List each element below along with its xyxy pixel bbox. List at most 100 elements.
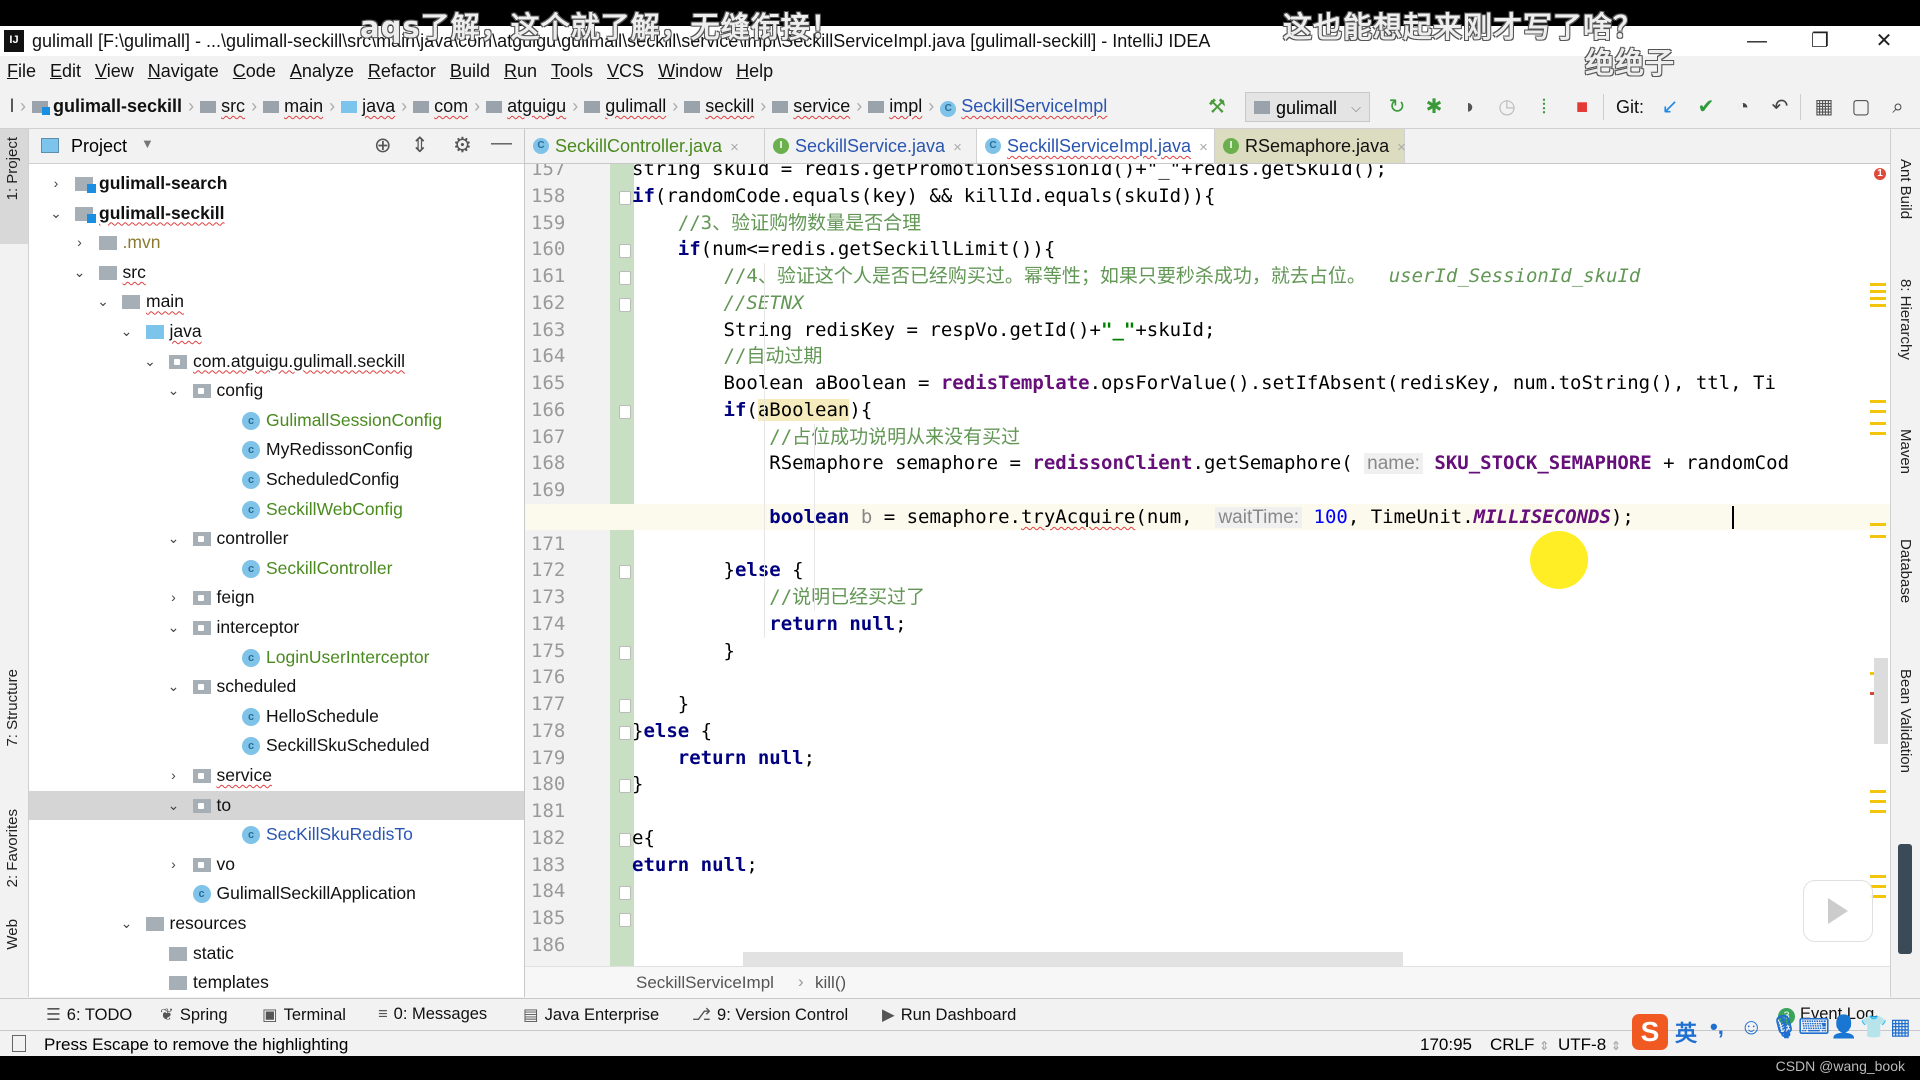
tree-item[interactable]: c LoginUserInterceptor [29, 643, 524, 673]
code-line[interactable]: //3、验证购物数量是否合理 [632, 210, 921, 236]
collapse-all-icon[interactable]: ⇕ [411, 133, 429, 158]
warning-marker[interactable] [1870, 422, 1886, 425]
sogou-ime-icon[interactable]: S [1632, 1014, 1668, 1050]
code-line[interactable]: //4、验证这个人是否已经购买过。幂等性；如果只要秒杀成功，就去占位。 user… [632, 263, 1641, 289]
warning-marker[interactable] [1870, 790, 1886, 793]
fold-marker-icon[interactable] [619, 404, 631, 419]
fold-marker-icon[interactable] [619, 645, 631, 660]
tree-item[interactable]: ⌄ interceptor [29, 613, 524, 643]
fold-marker-icon[interactable] [619, 699, 631, 713]
menu-file[interactable]: File [0, 56, 43, 82]
tool-window-todo[interactable]: ☰ 6: TODO [46, 1005, 132, 1025]
tool-window-bean-validation[interactable]: Bean Validation [1897, 669, 1914, 773]
tool-window-database[interactable]: Database [1897, 539, 1914, 603]
tree-item[interactable]: templates [29, 968, 524, 998]
code-line[interactable]: return null; [632, 611, 906, 637]
tree-item[interactable]: c ScheduledConfig [29, 465, 524, 495]
tree-item[interactable]: c SeckillSkuScheduled [29, 731, 524, 761]
tool-window-messages[interactable]: ≡ 0: Messages [378, 1005, 487, 1024]
chevron-down-icon[interactable]: ⌄ [167, 791, 181, 821]
code-line[interactable]: } [632, 771, 643, 797]
git-update-icon[interactable]: ↙ [1658, 95, 1682, 119]
warning-marker[interactable] [1870, 410, 1886, 413]
line-separator-select[interactable]: CRLF ⇕ [1490, 1035, 1549, 1055]
close-tab-icon[interactable]: × [953, 139, 962, 156]
minimize-button[interactable]: — [1727, 26, 1787, 56]
warning-marker[interactable] [1870, 800, 1886, 803]
chevron-down-icon[interactable]: ⌄ [167, 524, 181, 554]
git-history-clock-icon[interactable]: ◔ [1731, 95, 1755, 119]
editor-breadcrumb-class[interactable]: SeckillServiceImpl [636, 973, 774, 993]
fold-marker-icon[interactable] [619, 244, 631, 259]
tool-window-terminal[interactable]: ▣ Terminal [262, 1005, 346, 1025]
tree-item[interactable]: ⌄ main [29, 287, 524, 317]
tree-item[interactable]: c GulimallSeckillApplication [29, 879, 524, 909]
rerun-icon[interactable]: ↻ [1385, 95, 1409, 119]
hide-panel-icon[interactable]: — [491, 131, 512, 155]
debug-bug-icon[interactable]: ✱ [1422, 95, 1446, 119]
code-line[interactable]: if(num<=redis.getSeckillLimit()){ [632, 236, 1056, 262]
chevron-right-icon[interactable]: › [167, 761, 181, 791]
run-with-coverage-icon[interactable]: ◗ [1458, 95, 1482, 119]
tree-item[interactable]: ⌄ java [29, 317, 524, 347]
code-line[interactable]: }else { [632, 718, 712, 744]
warning-marker[interactable] [1870, 304, 1886, 307]
chevron-down-icon[interactable]: ⌄ [167, 613, 181, 643]
fold-marker-icon[interactable] [619, 271, 631, 285]
tree-item[interactable]: › feign [29, 583, 524, 613]
menu-window[interactable]: Window [651, 56, 729, 82]
ime-punctuation-icon[interactable]: •, [1710, 1014, 1724, 1040]
profile-icon[interactable]: ◷ [1495, 95, 1519, 119]
warning-marker[interactable] [1870, 290, 1886, 293]
menu-navigate[interactable]: Navigate [141, 56, 226, 82]
tree-item[interactable]: ⌄ controller [29, 524, 524, 554]
close-tab-icon[interactable]: × [730, 139, 739, 156]
tree-item[interactable]: c HelloSchedule [29, 702, 524, 732]
ime-keyboard-icon[interactable]: ⌨ [1798, 1014, 1830, 1040]
code-line[interactable]: //自动过期 [632, 343, 823, 369]
tool-window-favorites[interactable]: 2: Favorites [4, 809, 21, 887]
code-line[interactable]: boolean b = semaphore.tryAcquire(num, wa… [632, 504, 1634, 530]
chevron-down-icon[interactable]: ⌄ [167, 376, 181, 406]
tree-item[interactable]: ⌄ scheduled [29, 672, 524, 702]
tree-item[interactable]: c GulimallSessionConfig [29, 406, 524, 436]
code-line[interactable]: //占位成功说明从来没有买过 [632, 424, 1020, 450]
menu-run[interactable]: Run [497, 56, 544, 82]
menu-edit[interactable]: Edit [43, 56, 88, 82]
tree-item[interactable]: ⌄ config [29, 376, 524, 406]
tree-item[interactable]: ⌄ src [29, 258, 524, 288]
ime-voice-mic-icon[interactable]: 🎙 [1770, 1014, 1798, 1040]
chevron-down-icon[interactable]: ⌄ [49, 199, 63, 229]
code-line[interactable]: if(aBoolean){ [632, 397, 872, 423]
chevron-right-icon[interactable]: › [167, 583, 181, 613]
tab-rsemaphore[interactable]: I RSemaphore.java × [1215, 129, 1406, 163]
tool-window-run-dashboard[interactable]: ▶ Run Dashboard [882, 1005, 1016, 1025]
stop-icon[interactable]: ■ [1570, 95, 1594, 119]
tree-item[interactable]: › gulimall-search [29, 169, 524, 199]
locate-crosshair-icon[interactable]: ⊕ [374, 133, 392, 158]
code-line[interactable]: RSemaphore semaphore = redissonClient.ge… [632, 450, 1789, 476]
code-line[interactable]: string skuId = redis.getPromotionSession… [632, 164, 1387, 182]
tool-window-java-enterprise[interactable]: ▤ Java Enterprise [523, 1005, 659, 1025]
fold-marker-icon[interactable] [619, 886, 631, 901]
menu-refactor[interactable]: Refactor [361, 56, 443, 82]
breadcrumb-item[interactable]: C SeckillServiceImpl [940, 96, 1107, 117]
chevron-right-icon[interactable]: › [49, 169, 63, 199]
warning-marker[interactable] [1870, 400, 1886, 403]
tree-item[interactable]: static [29, 939, 524, 969]
status-toggle-icon[interactable] [12, 1035, 26, 1052]
code-line[interactable]: return null; [632, 745, 815, 771]
tool-window-project[interactable]: 1: Project [4, 137, 21, 200]
breadcrumb-item[interactable]: seckill [684, 96, 754, 116]
gear-icon[interactable]: ⚙ [453, 133, 472, 158]
fold-marker-icon[interactable] [619, 565, 631, 580]
fold-marker-icon[interactable] [619, 913, 631, 927]
warning-marker[interactable] [1870, 283, 1886, 286]
tree-item[interactable]: c SeckillWebConfig [29, 495, 524, 525]
breadcrumb-item[interactable]: atguigu [486, 96, 566, 116]
tool-window-structure[interactable]: 7: Structure [4, 669, 21, 747]
tree-item[interactable]: › service [29, 761, 524, 791]
tab-seckillservice[interactable]: I SeckillService.java × [765, 129, 977, 163]
tool-window-version-control[interactable]: ⎇ 9: Version Control [692, 1005, 848, 1025]
code-editor[interactable]: 157 158 159 160 161 162 163 164 165 166 167 168 169 1… [525, 164, 1890, 966]
